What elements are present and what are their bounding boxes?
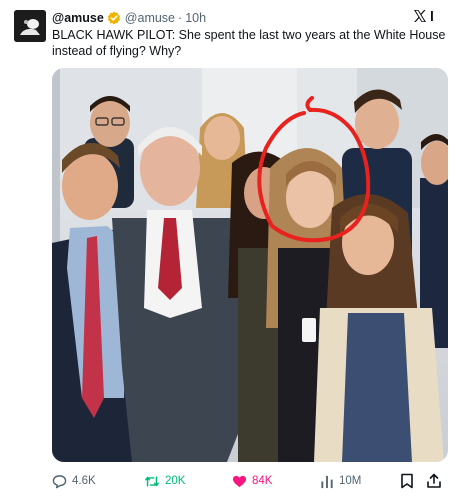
separator-dot: · bbox=[178, 11, 183, 25]
share-button[interactable] bbox=[426, 472, 447, 490]
tweet-header: @amuse @amuse · 10h bbox=[52, 9, 206, 27]
x-logo-icon bbox=[413, 9, 429, 25]
tweet-actions: 4.6K 20K 84K 10M bbox=[52, 472, 448, 490]
tweet-photo[interactable] bbox=[52, 68, 448, 462]
group-photo bbox=[52, 68, 448, 462]
heart-icon bbox=[232, 475, 247, 487]
user-handle[interactable]: @amuse bbox=[125, 11, 175, 25]
tweet-text: BLACK HAWK PILOT: She spent the last two… bbox=[52, 28, 446, 58]
share-icon bbox=[427, 473, 441, 488]
timestamp[interactable]: 10h bbox=[185, 11, 206, 25]
like-button[interactable]: 84K bbox=[232, 472, 272, 490]
views-button[interactable]: 10M bbox=[320, 472, 361, 490]
bookmark-button[interactable] bbox=[400, 472, 419, 490]
reply-button[interactable]: 4.6K bbox=[52, 472, 96, 490]
view-count: 10M bbox=[339, 475, 362, 487]
avatar[interactable] bbox=[14, 10, 46, 42]
bookmark-icon bbox=[401, 473, 413, 489]
repost-button[interactable]: 20K bbox=[144, 472, 185, 490]
verified-badge-icon bbox=[107, 11, 121, 25]
views-icon bbox=[321, 475, 333, 488]
more-options-button[interactable]: l bbox=[430, 7, 434, 25]
like-count: 84K bbox=[252, 475, 273, 487]
repost-icon bbox=[145, 475, 159, 487]
reply-icon bbox=[52, 474, 67, 488]
display-name[interactable]: @amuse bbox=[52, 11, 104, 25]
repost-count: 20K bbox=[165, 475, 186, 487]
reply-count: 4.6K bbox=[72, 475, 96, 487]
